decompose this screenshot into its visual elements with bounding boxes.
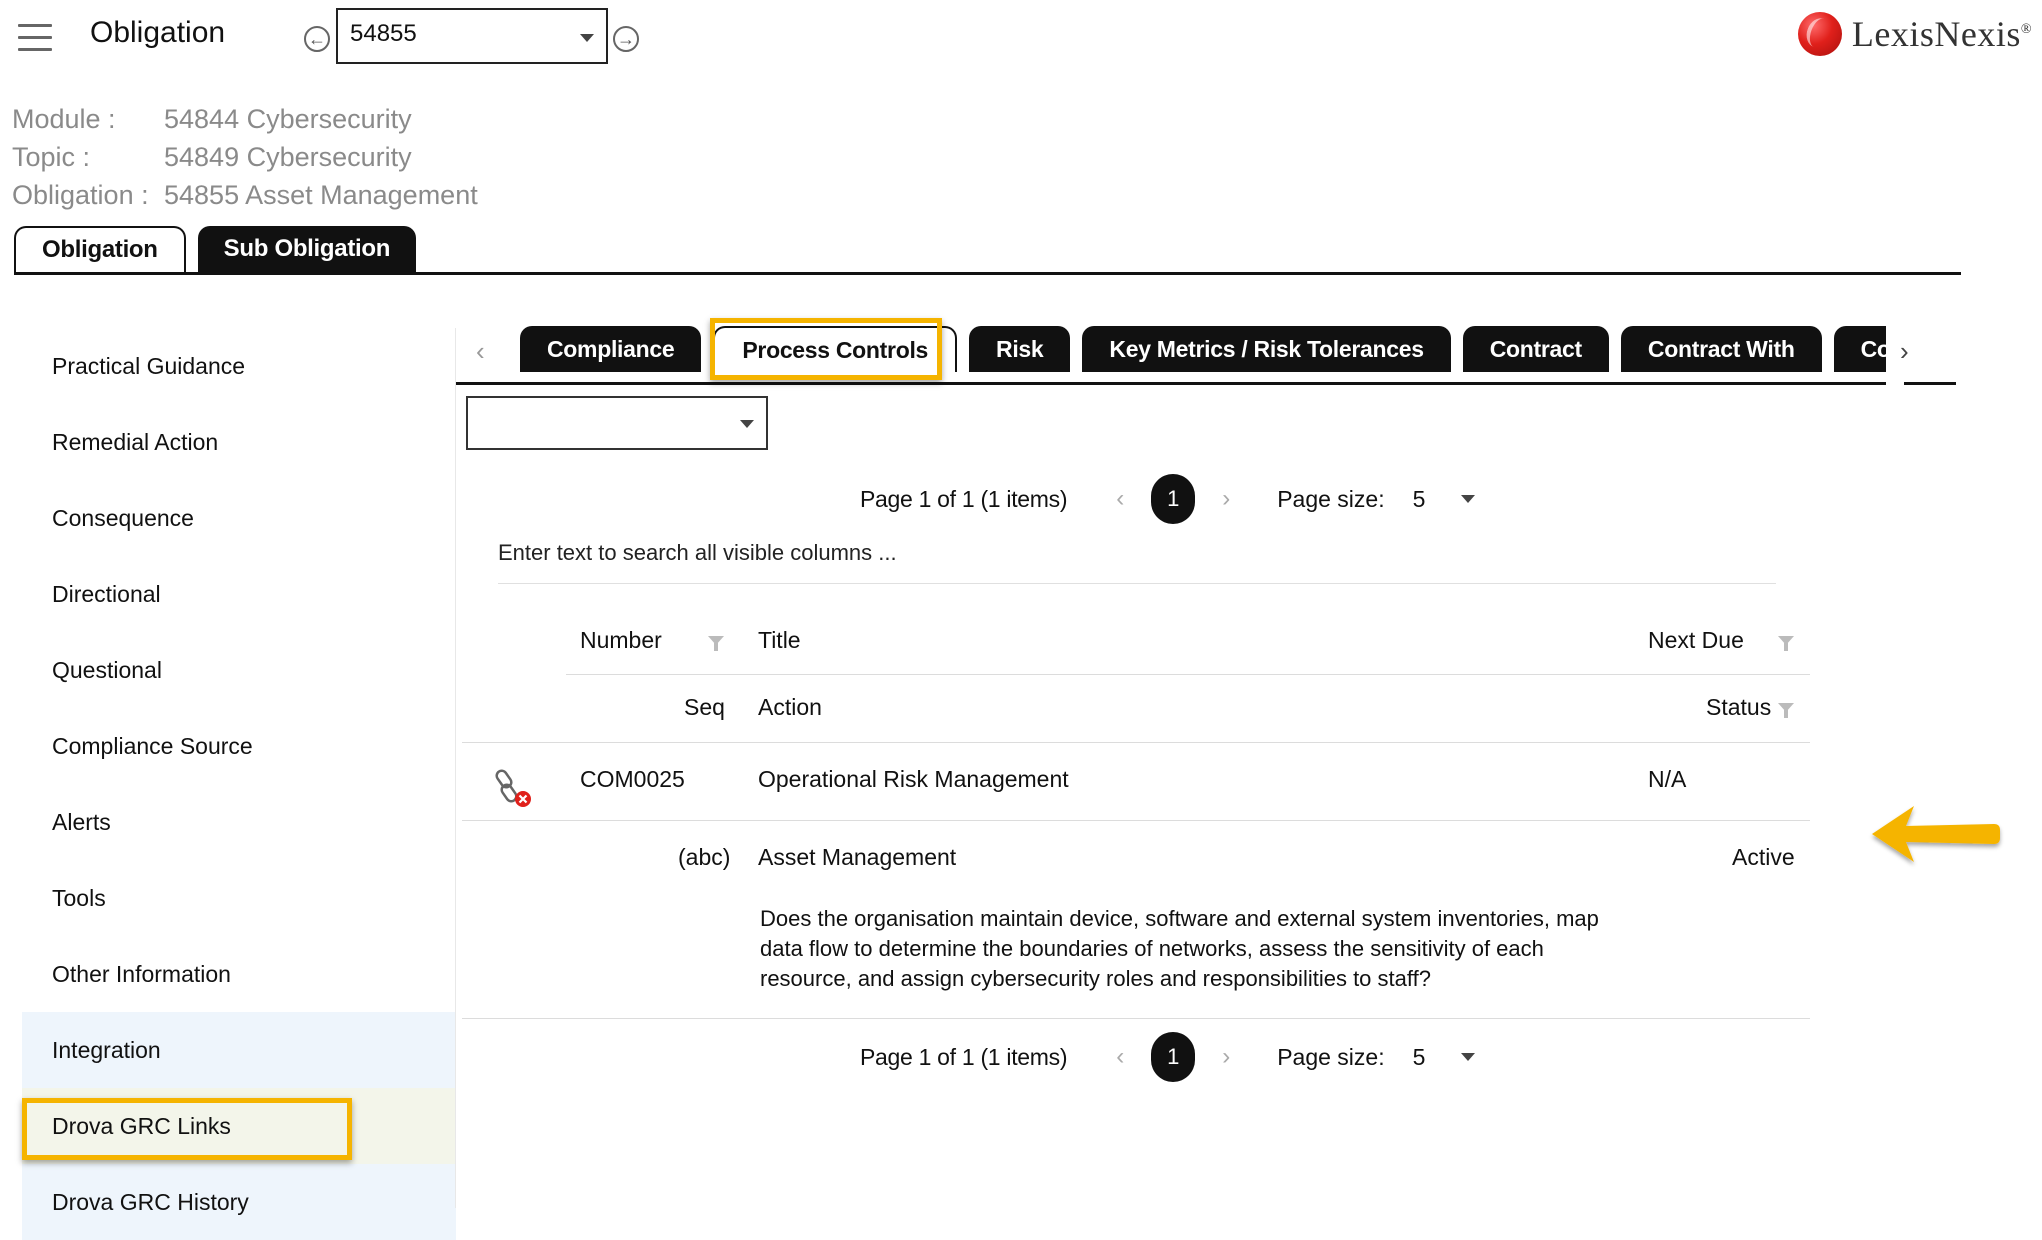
row-status: Active — [1732, 844, 1795, 870]
row-number: COM0025 — [580, 766, 685, 792]
menu-icon[interactable] — [18, 24, 52, 52]
obligation-select[interactable]: 54855 — [336, 8, 608, 64]
search-input[interactable]: Enter text to search all visible columns… — [498, 540, 1776, 584]
row-action: Asset Management — [758, 844, 957, 870]
page-size-chevron-icon[interactable] — [1460, 1053, 1475, 1061]
tab-divider — [14, 272, 1961, 275]
tab-risk[interactable]: Risk — [969, 326, 1071, 372]
row-divider — [462, 820, 1810, 821]
page-size-value[interactable]: 5 — [1413, 486, 1457, 513]
tab-contract-with[interactable]: Contract With — [1620, 326, 1822, 372]
page-size-label: Page size: — [1277, 1043, 1385, 1070]
obligation-value: 54855 Asset Management — [164, 180, 478, 210]
tab-control-performance[interactable]: Control Performance — [1833, 326, 1886, 372]
row-divider — [462, 1018, 1810, 1019]
brand-name: LexisNexis — [1851, 14, 2021, 54]
obligation-select-value: 54855 — [350, 20, 417, 47]
topic-value: 54849 Cybersecurity — [164, 142, 412, 172]
page-size-value[interactable]: 5 — [1413, 1044, 1457, 1071]
page-size-label: Page size: — [1277, 485, 1385, 512]
chevron-down-icon — [740, 420, 754, 428]
pager-top: Page 1 of 1 (1 items) ‹ 1 › Page size: 5 — [860, 474, 1475, 524]
callout-arrow-icon — [1866, 800, 2006, 870]
pager-page-button[interactable]: 1 — [1151, 1032, 1196, 1082]
sidebar-item-alerts[interactable]: Alerts — [22, 784, 456, 860]
pager-next-icon[interactable]: › — [1209, 1043, 1243, 1071]
row-description: Does the organisation maintain device, s… — [760, 906, 1599, 991]
header-divider — [566, 674, 1810, 675]
column-header-next-due[interactable]: Next Due — [1648, 627, 1744, 654]
sidebar-item-directional[interactable]: Directional — [22, 556, 456, 632]
topic-label: Topic : — [12, 142, 91, 172]
filter-dropdown[interactable] — [466, 396, 768, 450]
pager-info: Page 1 of 1 (1 items) — [860, 485, 1068, 512]
column-header-number[interactable]: Number — [580, 627, 662, 654]
pager-page-button[interactable]: 1 — [1151, 474, 1196, 524]
pager-info: Page 1 of 1 (1 items) — [860, 1043, 1068, 1070]
column-header-title[interactable]: Title — [758, 627, 801, 654]
pager-next-icon[interactable]: › — [1209, 485, 1243, 513]
tab-contract[interactable]: Contract — [1462, 326, 1609, 372]
tab-process-controls[interactable]: Process Controls — [713, 326, 958, 372]
sidebar-item-practical-guidance[interactable]: Practical Guidance — [22, 328, 456, 404]
pager-prev-icon[interactable]: ‹ — [1103, 485, 1137, 513]
filter-icon[interactable] — [1778, 703, 1794, 718]
sidebar-item-compliance-source[interactable]: Compliance Source — [22, 708, 456, 784]
module-value: 54844 Cybersecurity — [164, 104, 412, 134]
page-title: Obligation — [90, 16, 226, 49]
column-header-seq[interactable]: Seq — [684, 694, 725, 721]
obligation-label: Obligation : — [12, 180, 149, 210]
filter-icon[interactable] — [1778, 636, 1794, 651]
module-label: Module : — [12, 104, 116, 134]
subtab-divider-gap — [1886, 382, 1904, 386]
pager-prev-icon[interactable]: ‹ — [1103, 1043, 1137, 1071]
brand-reg-mark: ® — [2020, 22, 2032, 37]
row-next-due: N/A — [1648, 766, 1687, 792]
brand-logo: LexisNexis® — [1797, 12, 2032, 56]
row-seq: (abc) — [678, 844, 731, 870]
tab-compliance[interactable]: Compliance — [520, 326, 702, 372]
top-tabs: Obligation Sub Obligation — [14, 226, 417, 272]
sub-tabs: Compliance Process Controls Risk Key Met… — [520, 326, 1886, 372]
tabs-scroll-left-icon[interactable]: ‹ — [476, 336, 504, 376]
tab-key-metrics[interactable]: Key Metrics / Risk Tolerances — [1082, 326, 1451, 372]
column-header-action[interactable]: Action — [758, 694, 822, 721]
tab-sub-obligation[interactable]: Sub Obligation — [197, 226, 417, 272]
row-title: Operational Risk Management — [758, 766, 1069, 792]
breadcrumb-info: Module : 54844 Cybersecurity Topic : 54849… — [12, 100, 478, 214]
pager-bottom: Page 1 of 1 (1 items) ‹ 1 › Page size: 5 — [860, 1032, 1475, 1082]
sidebar-item-drova-grc-links[interactable]: Drova GRC Links — [22, 1088, 456, 1164]
page-size-chevron-icon[interactable] — [1460, 495, 1475, 503]
chevron-down-icon — [580, 34, 594, 42]
sidebar-item-other-information[interactable]: Other Information — [22, 936, 456, 1012]
subtab-divider — [456, 382, 1956, 385]
sidebar: Practical Guidance Remedial Action Conse… — [22, 328, 456, 1240]
tabs-scroll-right-icon[interactable]: › — [1900, 336, 1928, 376]
tab-obligation[interactable]: Obligation — [14, 226, 186, 272]
next-arrow-icon[interactable]: → — [613, 26, 639, 52]
sidebar-item-remedial-action[interactable]: Remedial Action — [22, 404, 456, 480]
sidebar-item-questional[interactable]: Questional — [22, 632, 456, 708]
header-divider — [462, 742, 1810, 743]
sidebar-divider — [455, 328, 456, 1208]
previous-arrow-icon[interactable]: ← — [304, 26, 330, 52]
sidebar-item-consequence[interactable]: Consequence — [22, 480, 456, 556]
lexisnexis-globe-icon — [1797, 12, 1842, 56]
unlink-icon[interactable] — [494, 766, 534, 810]
sidebar-item-drova-grc-history[interactable]: Drova GRC History — [22, 1164, 456, 1240]
sidebar-item-tools[interactable]: Tools — [22, 860, 456, 936]
sidebar-item-integration[interactable]: Integration — [22, 1012, 456, 1088]
column-header-status[interactable]: Status — [1706, 694, 1771, 721]
filter-icon[interactable] — [708, 636, 724, 651]
